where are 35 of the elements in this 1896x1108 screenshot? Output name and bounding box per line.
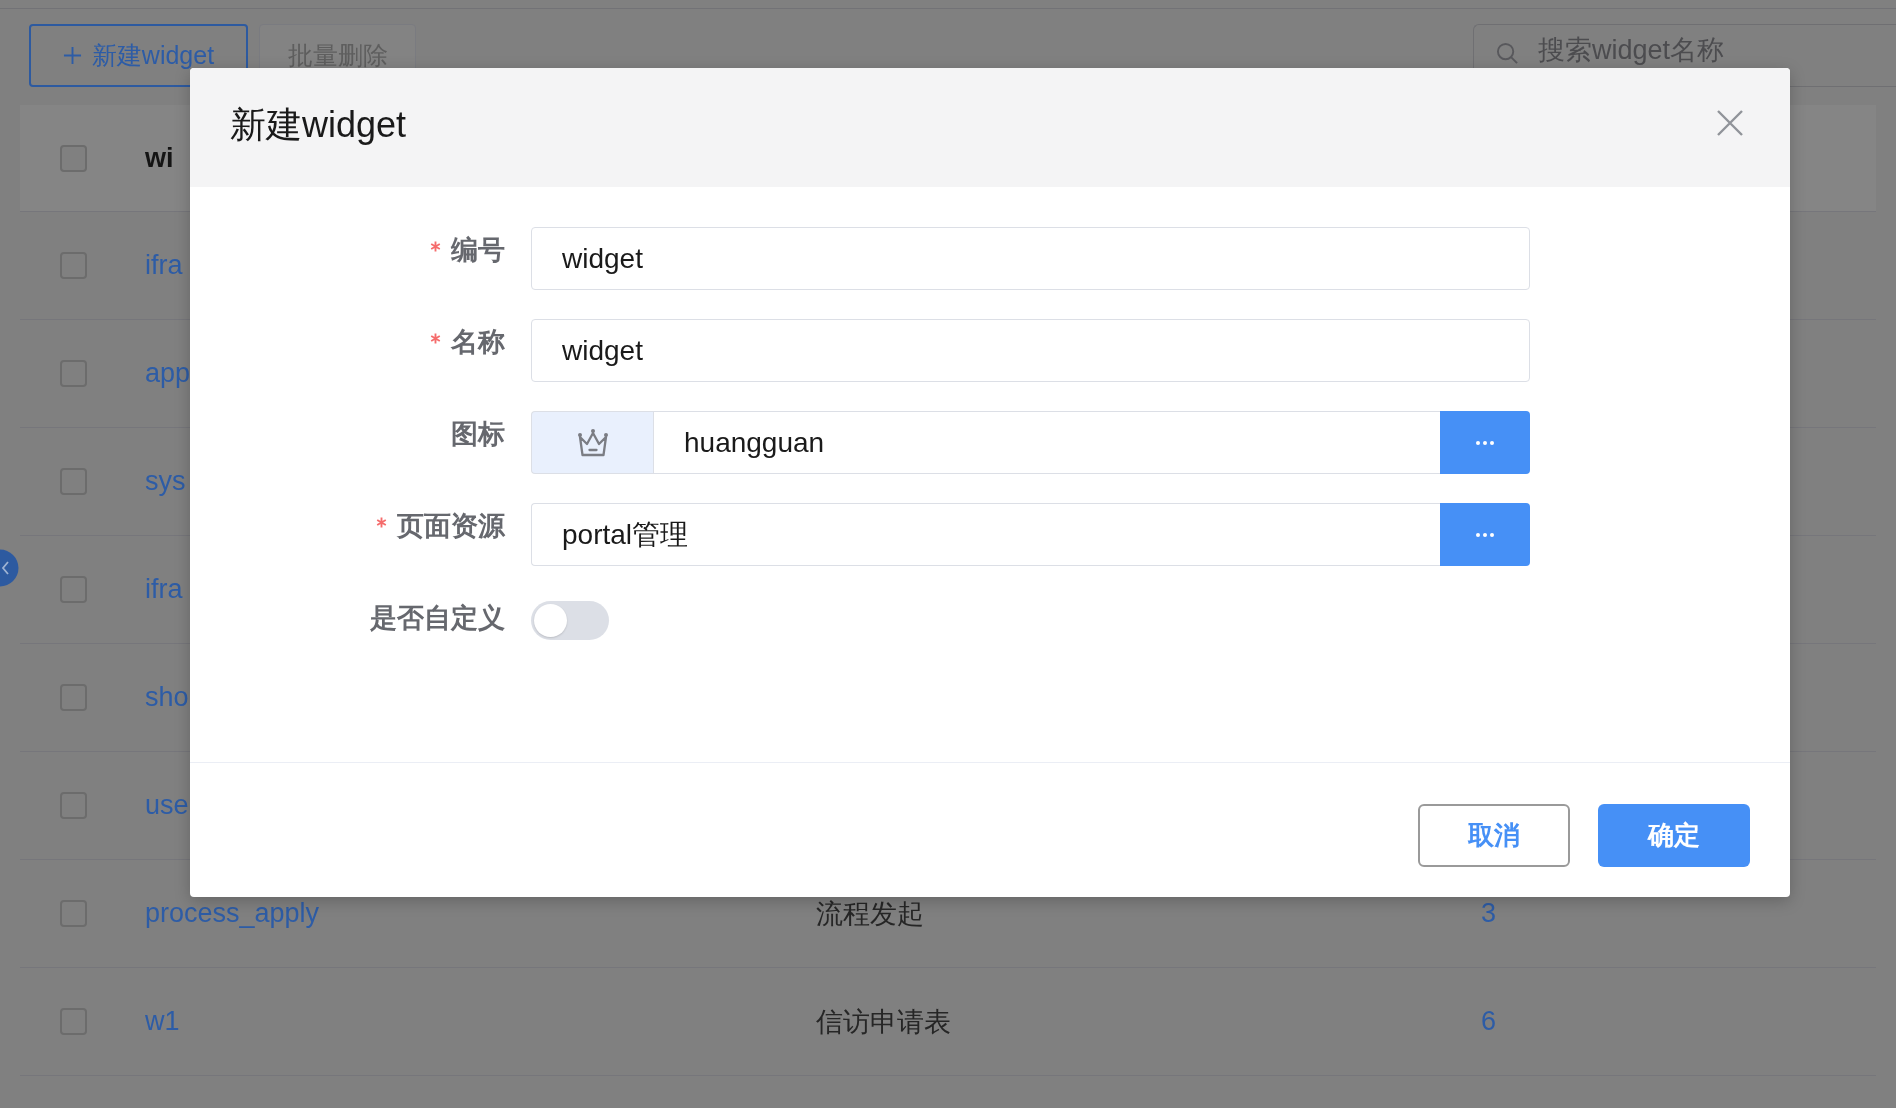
select-all-checkbox[interactable] (60, 144, 87, 172)
count-link[interactable]: 6 (1481, 1006, 1497, 1037)
more-button[interactable] (1440, 503, 1530, 566)
resource-input[interactable]: portal管理 (531, 503, 1440, 566)
widget-link[interactable]: process_apply (145, 898, 320, 929)
chevron-left-icon[interactable] (0, 549, 20, 587)
confirm-button[interactable]: 确定 (1598, 804, 1750, 867)
table-cell-text: 流程发起 (816, 897, 924, 931)
field-label: 名称 (451, 326, 505, 359)
widget-link[interactable]: w1 (145, 1006, 180, 1037)
field-label: 图标 (451, 418, 505, 451)
widget-link[interactable]: app (145, 358, 191, 389)
text-input[interactable]: widget (531, 227, 1530, 290)
icon-input[interactable]: huangguan (653, 411, 1440, 474)
toggle-switch[interactable] (531, 601, 609, 640)
widget-link[interactable]: use (145, 790, 189, 821)
widget-link[interactable]: ifra (145, 574, 183, 605)
widget-link[interactable]: sys (145, 466, 186, 497)
table-cell-text: 信访申请表 (816, 1005, 951, 1039)
field-label: 是否自定义 (370, 602, 505, 635)
count-link[interactable]: 3 (1481, 898, 1497, 929)
widget-link[interactable]: sho (145, 682, 189, 713)
plus-icon (62, 46, 82, 65)
widget-link[interactable]: ifra (145, 250, 183, 281)
search-icon (1496, 42, 1519, 65)
close-icon[interactable] (1717, 109, 1743, 136)
dialog-title: 新建widget (230, 103, 407, 147)
field-label: 页面资源 (397, 510, 505, 543)
more-button[interactable] (1440, 411, 1530, 474)
field-label: 编号 (451, 234, 505, 267)
cancel-button[interactable]: 取消 (1418, 804, 1570, 867)
ellipsis-icon (1476, 440, 1494, 445)
column-header: wi (145, 142, 174, 174)
ellipsis-icon (1476, 532, 1494, 537)
text-input[interactable]: widget (531, 319, 1530, 382)
